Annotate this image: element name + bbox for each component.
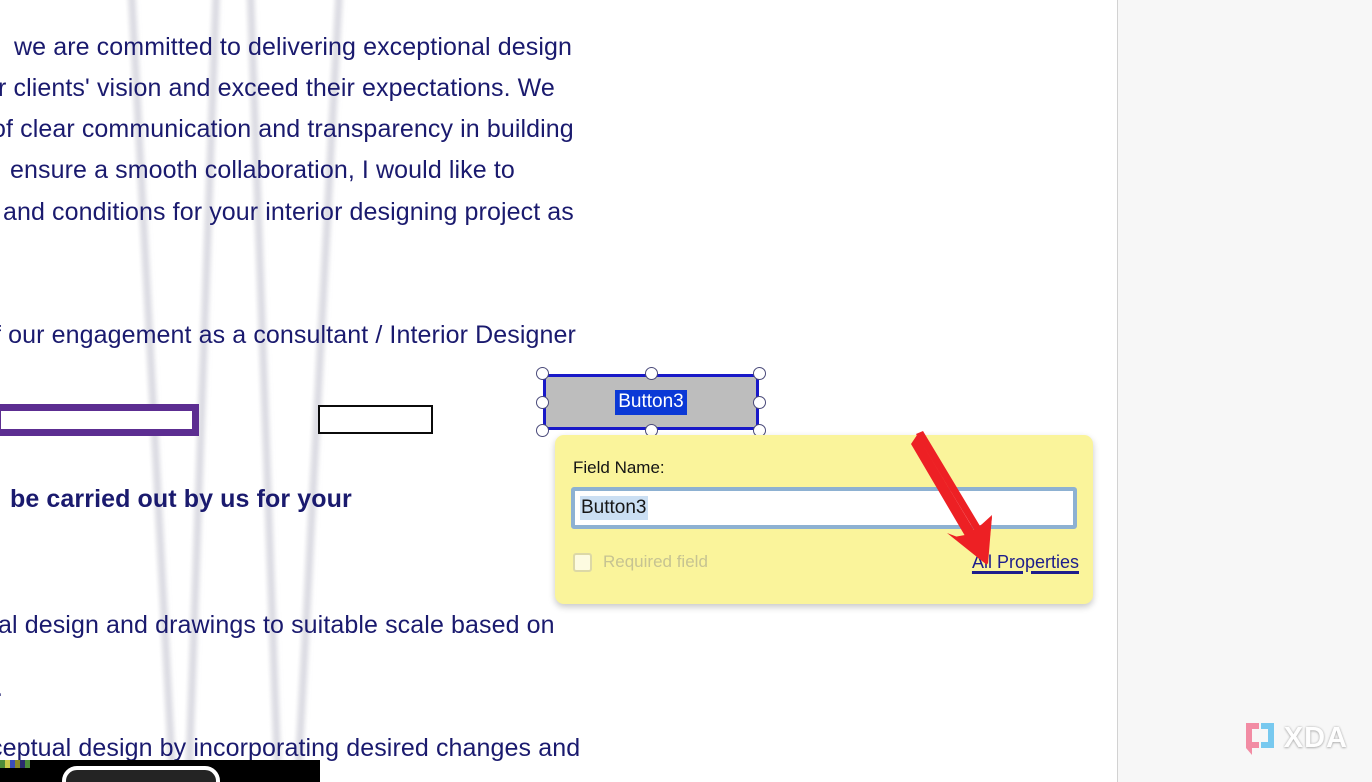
document-line: r clients' vision and exceed their expec… [0, 74, 555, 102]
button3-label: Button3 [615, 389, 687, 415]
field-name-input[interactable]: Button3 [571, 487, 1077, 529]
resize-handle-top-right[interactable] [753, 367, 766, 380]
field-name-label: Field Name: [573, 458, 665, 477]
xda-watermark: XDA [1243, 720, 1348, 756]
resize-handle-bottom-left[interactable] [536, 424, 549, 437]
resize-handle-middle-left[interactable] [536, 395, 549, 409]
right-side-pane[interactable] [1117, 0, 1372, 782]
bottom-rounded-chip[interactable] [62, 766, 220, 782]
document-line: . [0, 673, 3, 703]
all-properties-link[interactable]: All Properties [972, 547, 1079, 577]
pdf-document-page[interactable]: we are committed to delivering exception… [0, 0, 1117, 782]
document-line: ensure a smooth collaboration, I would l… [10, 156, 515, 184]
purple-bordered-text-field[interactable] [0, 404, 199, 436]
document-line: al design and drawings to suitable scale… [0, 611, 555, 639]
required-field-label: Required field [603, 552, 708, 571]
field-name-input-value: Button3 [580, 496, 648, 520]
field-name-popup[interactable]: Field Name: Button3 Required field All P… [555, 435, 1093, 604]
button3-face[interactable]: Button3 [543, 374, 759, 430]
button3-form-widget[interactable]: Button3 [536, 367, 766, 437]
required-field-checkbox[interactable] [573, 552, 592, 572]
resize-handle-top-left[interactable] [536, 367, 549, 380]
plain-text-field[interactable] [318, 405, 433, 434]
color-tick-strip [0, 760, 30, 768]
resize-handle-top-center[interactable] [644, 367, 658, 380]
document-line: ceptual design by incorporating desired … [0, 734, 581, 762]
document-line: be carried out by us for your [10, 485, 352, 513]
document-line: f our engagement as a consultant / Inter… [0, 321, 576, 349]
resize-handle-middle-right[interactable] [753, 395, 766, 409]
xda-speech-bubble-icon [1245, 723, 1274, 755]
document-line: and conditions for your interior designi… [3, 198, 574, 226]
xda-wordmark: XDA [1283, 722, 1348, 754]
document-line: of clear communication and transparency … [0, 115, 574, 143]
document-line: we are committed to delivering exception… [14, 33, 572, 61]
screenshot-canvas: we are committed to delivering exception… [0, 0, 1372, 782]
color-tick-5 [25, 760, 30, 768]
